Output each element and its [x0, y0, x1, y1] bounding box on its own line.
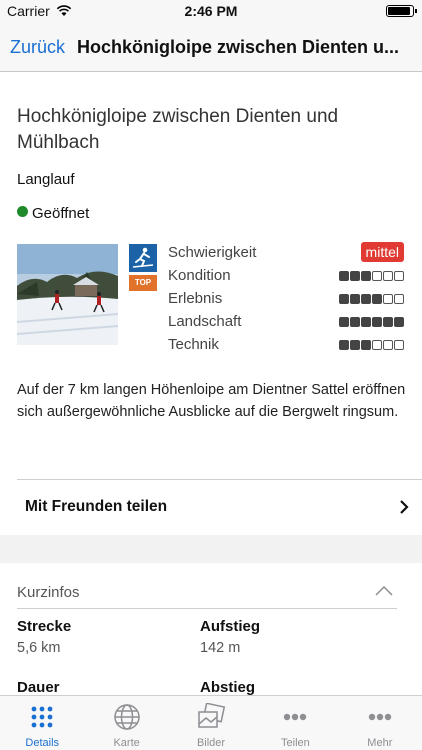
- info-label-dauer: Dauer: [17, 679, 60, 695]
- chevron-up-icon[interactable]: [374, 585, 394, 597]
- grid-dots-icon: [31, 706, 53, 728]
- rating-dots: [339, 340, 404, 350]
- share-label: Mit Freunden teilen: [25, 498, 168, 515]
- info-value-strecke: 5,6 km: [17, 640, 61, 656]
- rating-landschaft: Landschaft: [168, 311, 406, 333]
- rating-dots: [339, 294, 404, 304]
- rating-dot-filled: [350, 340, 360, 350]
- rating-label: Erlebnis: [168, 290, 223, 307]
- open-status: Geöffnet: [17, 205, 89, 222]
- dots-icon: [368, 713, 392, 721]
- rating-dot-filled: [361, 294, 371, 304]
- section-spacer: [0, 535, 422, 563]
- rating-dot-empty: [383, 294, 393, 304]
- rating-dots: [339, 271, 404, 281]
- tour-title: Hochkönigloipe zwischen Dienten und Mühl…: [17, 106, 339, 153]
- cross-country-ski-icon: [129, 244, 157, 272]
- divider: [17, 608, 397, 609]
- tour-description: Auf der 7 km langen Höhenloipe am Dientn…: [17, 382, 406, 420]
- status-bar: Carrier 2:46 PM: [0, 0, 422, 22]
- rating-dot-empty: [372, 340, 382, 350]
- rating-label: Technik: [168, 336, 219, 353]
- rating-dot-empty: [394, 340, 404, 350]
- rating-dot-filled: [383, 317, 393, 327]
- info-label-aufstieg: Aufstieg: [200, 618, 260, 635]
- difficulty-badge: mittel: [360, 242, 404, 262]
- rating-dot-empty: [383, 340, 393, 350]
- tab-details[interactable]: Details: [0, 696, 84, 750]
- rating-dot-empty: [394, 294, 404, 304]
- rating-erlebnis: Erlebnis: [168, 288, 406, 310]
- kurzinfos-header[interactable]: Kurzinfos: [0, 563, 422, 609]
- chevron-right-icon: [400, 500, 409, 514]
- navigation-bar: Zurück Hochkönigloipe zwischen Dienten u…: [0, 22, 422, 72]
- globe-icon: [113, 704, 140, 730]
- rating-dot-empty: [372, 271, 382, 281]
- tab-mehr[interactable]: Mehr: [338, 696, 422, 750]
- info-label-strecke: Strecke: [17, 618, 72, 635]
- rating-label: Kondition: [168, 267, 231, 284]
- share-with-friends-row[interactable]: Mit Freunden teilen: [0, 480, 422, 534]
- tab-bar: Details Karte Bilder Teilen Mehr: [0, 695, 422, 750]
- rating-dot-filled: [350, 271, 360, 281]
- rating-dot-filled: [339, 271, 349, 281]
- info-label-abstieg: Abstieg: [200, 679, 256, 695]
- rating-dot-empty: [383, 271, 393, 281]
- section-title: Kurzinfos: [17, 584, 80, 601]
- tab-label: Karte: [113, 737, 140, 749]
- rating-dot-filled: [361, 340, 371, 350]
- tab-bilder[interactable]: Bilder: [169, 696, 253, 750]
- status-dot-icon: [17, 206, 28, 217]
- tab-label: Details: [25, 737, 60, 749]
- clock: 2:46 PM: [184, 3, 238, 19]
- rating-dot-filled: [361, 271, 371, 281]
- rating-dot-empty: [394, 271, 404, 281]
- rating-dot-filled: [339, 317, 349, 327]
- rating-dot-filled: [372, 294, 382, 304]
- tab-teilen[interactable]: Teilen: [253, 696, 337, 750]
- rating-dot-filled: [350, 294, 360, 304]
- rating-dot-filled: [339, 340, 349, 350]
- rating-difficulty: Schwierigkeit mittel: [168, 242, 406, 264]
- back-button[interactable]: Zurück: [10, 37, 65, 58]
- status-label: Geöffnet: [32, 205, 90, 222]
- rating-kondition: Kondition: [168, 265, 406, 287]
- rating-label: Schwierigkeit: [168, 244, 257, 261]
- tab-label: Mehr: [367, 737, 393, 749]
- rating-dot-filled: [339, 294, 349, 304]
- tour-type: Langlauf: [17, 171, 75, 188]
- rating-dot-filled: [350, 317, 360, 327]
- rating-dot-filled: [372, 317, 382, 327]
- info-value-aufstieg: 142 m: [200, 640, 241, 656]
- tab-label: Teilen: [281, 737, 310, 749]
- detail-content[interactable]: Hochkönigloipe zwischen Dienten und Mühl…: [0, 72, 422, 695]
- dots-icon: [284, 713, 307, 721]
- photos-icon: [198, 703, 226, 728]
- tour-photo[interactable]: [17, 244, 118, 345]
- rating-dot-filled: [361, 317, 371, 327]
- tab-label: Bilder: [196, 737, 226, 749]
- rating-dots: [339, 317, 404, 327]
- nav-title: Hochkönigloipe zwischen Dienten u...: [77, 37, 400, 57]
- rating-dot-filled: [394, 317, 404, 327]
- rating-label: Landschaft: [168, 313, 242, 330]
- rating-technik: Technik: [168, 334, 406, 356]
- top-badge: TOP: [129, 275, 157, 291]
- battery-icon: [386, 5, 417, 17]
- tab-karte[interactable]: Karte: [84, 696, 168, 750]
